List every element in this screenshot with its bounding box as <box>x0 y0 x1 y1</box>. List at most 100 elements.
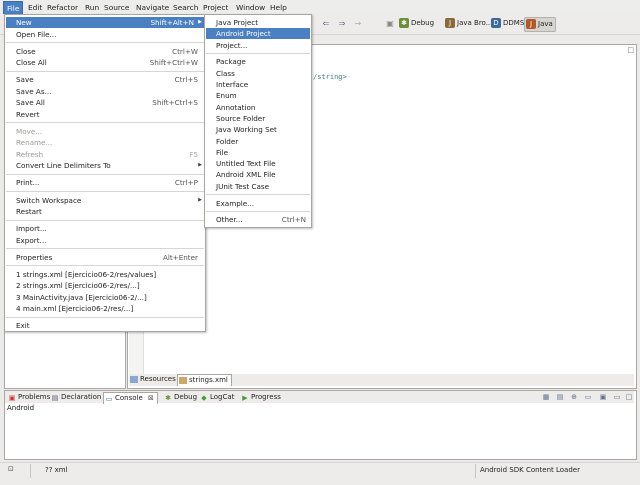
menu-navigate[interactable]: Navigate <box>133 2 172 13</box>
resources-icon <box>130 376 138 383</box>
menu-separator <box>6 173 204 175</box>
tab-resources[interactable]: Resources <box>129 374 179 385</box>
tab-console[interactable]: ▭ Console ⊠ <box>103 392 158 404</box>
menu-refactor[interactable]: Refactor <box>44 2 81 13</box>
back-nav-icon[interactable]: ⇐ <box>320 18 332 30</box>
perspective-ddms[interactable]: D DDMS <box>490 17 526 30</box>
menu-item-open-file[interactable]: Open File... <box>6 29 204 40</box>
submenu-item-class[interactable]: Class <box>206 68 310 79</box>
menu-item-print[interactable]: Print... Ctrl+P <box>6 177 204 188</box>
menu-item-label: Move... <box>16 126 43 136</box>
maximize-panel-icon[interactable]: □ <box>624 393 634 402</box>
problems-icon: ▣ <box>8 394 16 402</box>
submenu-item-annotation[interactable]: Annotation <box>206 102 310 113</box>
tab-problems[interactable]: ▣ Problems <box>7 392 53 403</box>
menu-run[interactable]: Run <box>82 2 102 13</box>
menu-item-label: 2 strings.xml [Ejercicio06-2/res/...] <box>16 281 140 291</box>
menu-separator <box>6 248 204 250</box>
menu-item-properties[interactable]: Properties Alt+Enter <box>6 252 204 263</box>
menu-window[interactable]: Window <box>233 2 268 13</box>
status-divider <box>30 464 31 478</box>
menu-item-label: Android XML File <box>216 170 276 180</box>
menu-edit[interactable]: Edit <box>25 2 45 13</box>
menu-item-4-main-xml-ejercicio06-2-res[interactable]: 4 main.xml [Ejercicio06-2/res/...] <box>6 303 204 314</box>
menu-item-convert-line-delimiters-to[interactable]: Convert Line Delimiters To ▶ <box>6 160 204 171</box>
debug-icon: ✱ <box>399 18 409 28</box>
submenu-item-android-project[interactable]: Android Project <box>206 28 310 40</box>
editor-xml-text[interactable]: /string> <box>313 73 347 81</box>
menu-item-label: Revert <box>16 109 40 119</box>
menu-item-exit[interactable]: Exit <box>6 320 204 331</box>
perspective-debug[interactable]: ✱ Debug <box>398 17 436 30</box>
bottom-panel-tabs: ▣ Problems ▤ Declaration ▭ Console ⊠ ✱ D… <box>5 391 634 404</box>
tab-debug[interactable]: ✱ Debug <box>163 392 200 403</box>
submenu-item-package[interactable]: Package <box>206 56 310 67</box>
open-perspective-icon[interactable]: ▣ <box>384 18 396 30</box>
menu-item-restart[interactable]: Restart <box>6 206 204 217</box>
submenu-item-project[interactable]: Project... <box>206 40 310 51</box>
tab-declaration[interactable]: ▤ Declaration <box>50 392 104 403</box>
close-tab-icon[interactable]: ⊠ <box>148 394 154 402</box>
submenu-item-android-xml-file[interactable]: Android XML File <box>206 169 310 180</box>
tab-logcat[interactable]: ◆ LogCat <box>199 392 237 403</box>
menu-item-label: Exit <box>16 321 30 331</box>
minimize-panel-icon[interactable]: ▭ <box>612 393 622 402</box>
menu-item-label: Close <box>16 46 36 56</box>
last-edit-icon[interactable]: → <box>352 18 364 30</box>
open-console-icon[interactable]: ▣ <box>598 393 608 402</box>
menu-item-close[interactable]: Close Ctrl+W <box>6 46 204 57</box>
shortcut-label: Ctrl+S <box>174 75 198 85</box>
submenu-item-enum[interactable]: Enum <box>206 90 310 101</box>
java-browse-icon: J <box>445 18 455 28</box>
menu-item-label: 3 MainActivity.java [Ejercicio06-2/...] <box>16 292 147 302</box>
clear-console-icon[interactable]: ▦ <box>541 393 551 402</box>
menu-item-3-mainactivity-java-ejercicio0[interactable]: 3 MainActivity.java [Ejercicio06-2/...] <box>6 292 204 303</box>
menu-item-label: Rename... <box>16 138 53 148</box>
menu-help[interactable]: Help <box>267 2 290 13</box>
menu-item-save[interactable]: Save Ctrl+S <box>6 74 204 85</box>
shortcut-label: Ctrl+P <box>174 178 198 188</box>
submenu-item-other[interactable]: Other... Ctrl+N <box>206 214 310 225</box>
menu-source[interactable]: Source <box>101 2 132 13</box>
menu-item-1-strings-xml-ejercicio06-2-re[interactable]: 1 strings.xml [Ejercicio06-2/res/values] <box>6 269 204 280</box>
menu-item-switch-workspace[interactable]: Switch Workspace ▶ <box>6 195 204 206</box>
menu-search[interactable]: Search <box>170 2 201 13</box>
ddms-icon: D <box>491 18 501 28</box>
menu-item-save-all[interactable]: Save All Shift+Ctrl+S <box>6 97 204 108</box>
menu-item-2-strings-xml-ejercicio06-2-re[interactable]: 2 strings.xml [Ejercicio06-2/res/...] <box>6 280 204 291</box>
menu-item-label: Open File... <box>16 29 57 39</box>
maximize-editor-icon[interactable]: □ <box>627 46 634 54</box>
scroll-lock-icon[interactable]: ▤ <box>555 393 565 402</box>
menu-file[interactable]: File <box>3 1 24 15</box>
submenu-item-junit-test-case[interactable]: JUnit Test Case <box>206 181 310 192</box>
menu-item-close-all[interactable]: Close All Shift+Ctrl+W <box>6 57 204 68</box>
forward-nav-icon[interactable]: ⇒ <box>336 18 348 30</box>
menu-item-label: Other... <box>216 215 243 225</box>
submenu-item-java-project[interactable]: Java Project <box>206 17 310 28</box>
fast-view-icon[interactable]: ⊡ <box>8 465 14 473</box>
shortcut-label: Ctrl+N <box>281 215 306 225</box>
menu-item-new[interactable]: New Shift+Alt+N ▶ <box>6 17 204 28</box>
declaration-icon: ▤ <box>51 394 59 402</box>
menu-project[interactable]: Project <box>200 2 231 13</box>
menu-item-import[interactable]: Import... <box>6 223 204 234</box>
submenu-item-java-working-set[interactable]: Java Working Set <box>206 124 310 135</box>
tab-strings-xml[interactable]: strings.xml <box>177 374 232 386</box>
submenu-item-example[interactable]: Example... <box>206 198 310 209</box>
submenu-item-interface[interactable]: Interface <box>206 79 310 90</box>
perspective-java[interactable]: J Java <box>524 17 556 32</box>
menu-item-export[interactable]: Export... <box>6 235 204 246</box>
new-submenu: Java Project Android Project Project... Pac… <box>204 14 312 228</box>
menu-item-revert[interactable]: Revert <box>6 109 204 120</box>
menu-item-save-as[interactable]: Save As... <box>6 86 204 97</box>
submenu-item-file[interactable]: File <box>206 147 310 158</box>
submenu-item-untitled-text-file[interactable]: Untitled Text File <box>206 158 310 169</box>
menu-separator <box>206 210 310 212</box>
perspective-java-browsing[interactable]: J Java Bro... <box>444 17 494 30</box>
submenu-item-folder[interactable]: Folder <box>206 136 310 147</box>
display-console-icon[interactable]: ▭ <box>583 393 593 402</box>
submenu-item-source-folder[interactable]: Source Folder <box>206 113 310 124</box>
pin-console-icon[interactable]: ⊕ <box>569 393 579 402</box>
tab-progress[interactable]: ▶ Progress <box>240 392 284 403</box>
menu-item-rename: Rename... <box>6 137 204 148</box>
